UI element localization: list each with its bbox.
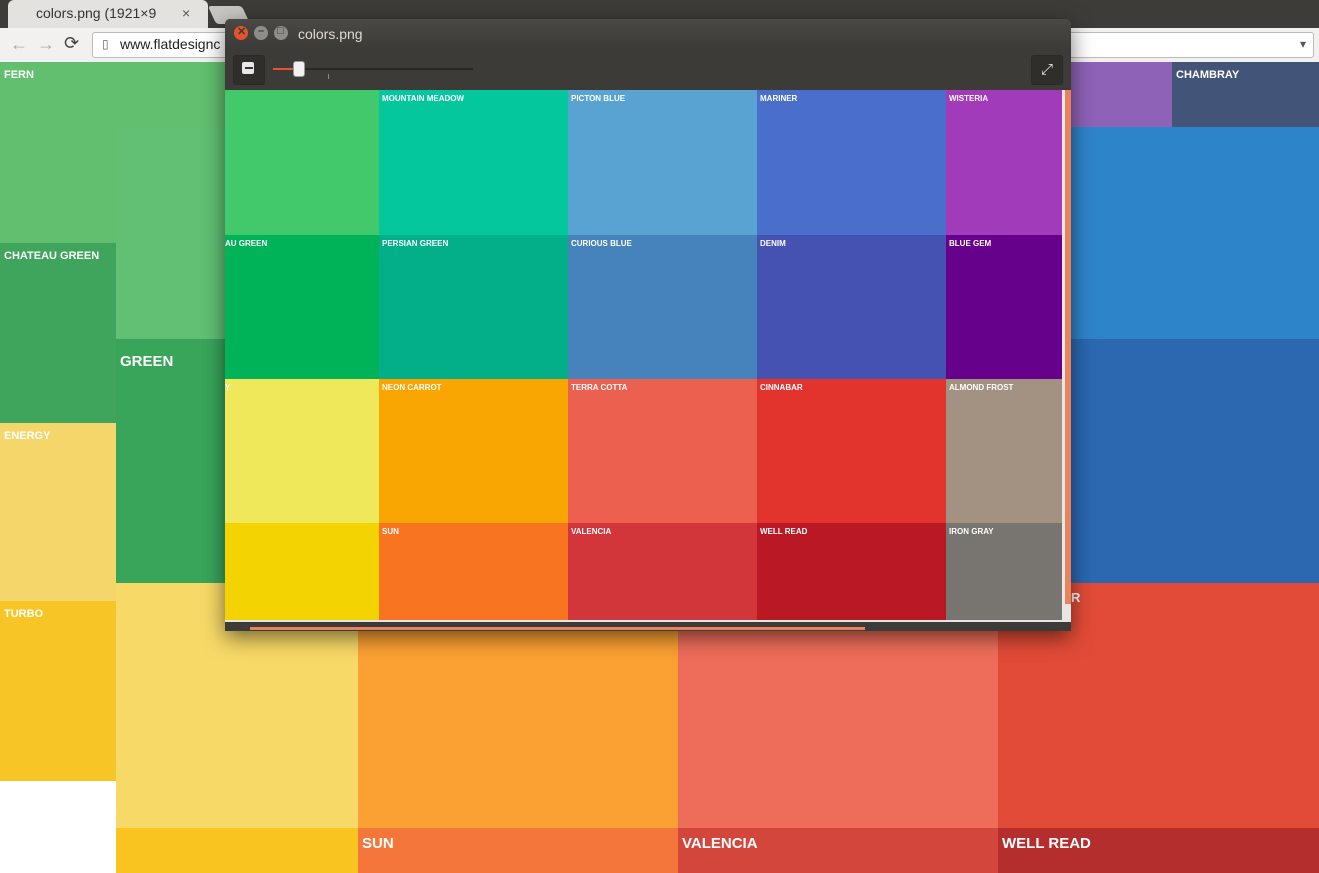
color-tile[interactable]: MARINER — [757, 90, 946, 235]
tile-label: DENIM — [760, 239, 786, 248]
color-tile[interactable]: PERSIAN GREEN — [379, 235, 568, 379]
tab-close-icon[interactable]: × — [182, 5, 190, 21]
color-tile[interactable]: IRON GRAY — [946, 523, 1062, 620]
color-tile[interactable]: ALMOND FROST — [946, 379, 1062, 523]
color-tile[interactable]: SUN — [379, 523, 568, 620]
zoom-slider-thumb[interactable] — [293, 61, 305, 77]
color-tile[interactable]: NEON CARROT — [379, 379, 568, 523]
tile-label: IRON GRAY — [949, 527, 994, 536]
tile-label: VALENCIA — [682, 835, 758, 852]
tile-label: PERSIAN GREEN — [382, 239, 449, 248]
color-tile[interactable] — [1071, 339, 1319, 583]
reload-icon[interactable]: ⟳ — [64, 33, 79, 54]
color-tile[interactable]: AU GREEN — [225, 235, 379, 379]
color-tile[interactable]: ENERGY — [0, 423, 116, 601]
horizontal-scrollbar[interactable] — [250, 627, 865, 630]
color-tile[interactable] — [225, 90, 379, 235]
close-icon: ✕ — [237, 26, 247, 38]
color-tile[interactable]: DENIM — [757, 235, 946, 379]
tile-label: NEON CARROT — [382, 383, 442, 392]
tile-label: ENERGY — [4, 430, 51, 442]
chevron-down-icon[interactable]: ▾ — [1300, 37, 1306, 51]
color-tile[interactable] — [116, 828, 358, 873]
tile-label: CINNABAR — [760, 383, 803, 392]
color-tile[interactable]: TERRA COTTA — [568, 379, 757, 523]
forward-arrow-icon[interactable]: → — [37, 34, 55, 55]
color-tile[interactable]: PICTON BLUE — [568, 90, 757, 235]
tile-label: CHAMBRAY — [1176, 69, 1240, 81]
zoom-out-icon-bar — [245, 67, 253, 69]
tile-label: Y — [225, 383, 231, 392]
tile-label: ALMOND FROST — [949, 383, 1014, 392]
image-canvas[interactable]: MOUNTAIN MEADOW PICTON BLUE MARINER WIST… — [225, 90, 1071, 622]
window-title: colors.png — [298, 26, 363, 42]
color-tile[interactable]: WELL READ — [757, 523, 946, 620]
tile-label: MARINER — [760, 94, 798, 103]
color-tile[interactable]: MOUNTAIN MEADOW — [379, 90, 568, 235]
tile-label: R — [1071, 590, 1081, 605]
maximize-icon: □ — [277, 25, 284, 37]
fullscreen-icon: ⤢ — [1040, 61, 1053, 78]
vertical-scrollbar[interactable] — [1065, 90, 1071, 604]
color-tile[interactable] — [225, 523, 379, 620]
color-tile[interactable]: BLUE GEM — [946, 235, 1062, 379]
tile-label: AU GREEN — [225, 239, 268, 248]
color-tile[interactable] — [1071, 127, 1319, 339]
color-tile[interactable]: CURIOUS BLUE — [568, 235, 757, 379]
tile-label: BLUE GEM — [949, 239, 992, 248]
color-tile[interactable]: Y — [225, 379, 379, 523]
color-tile[interactable]: CINNABAR — [757, 379, 946, 523]
tile-label: TURBO — [4, 608, 44, 620]
tile-label: PICTON BLUE — [571, 94, 626, 103]
color-tile[interactable]: WISTERIA — [946, 90, 1062, 235]
tile-label: WELL READ — [1002, 835, 1091, 852]
tile-label: TERRA COTTA — [571, 383, 628, 392]
color-tile[interactable] — [116, 127, 226, 339]
minimize-icon: – — [258, 25, 265, 37]
tile-label: WISTERIA — [949, 94, 989, 103]
url-text[interactable]: www.flatdesignc — [120, 36, 220, 52]
page-icon: ▯ — [102, 37, 109, 51]
color-tile[interactable]: CHAMBRAY — [1172, 62, 1319, 127]
tile-label: MOUNTAIN MEADOW — [382, 94, 465, 103]
tile-label: SUN — [382, 527, 399, 536]
tile-label: FERN — [4, 69, 34, 81]
image-viewer-window: ✕ – □ colors.png ⤢ MOUNTAIN MEADOW PICTO… — [225, 19, 1071, 631]
tile-label: GREEN — [120, 353, 174, 370]
color-tile[interactable]: GREEN — [116, 339, 226, 583]
color-tile[interactable]: VALENCIA — [678, 828, 998, 873]
color-tile[interactable]: VALENCIA — [568, 523, 757, 620]
fullscreen-button[interactable]: ⤢ — [1031, 55, 1063, 85]
zoom-slider-tick — [328, 74, 329, 79]
tile-label: CHATEAU GREEN — [4, 250, 100, 262]
color-tile[interactable] — [1071, 62, 1172, 127]
tile-label: CURIOUS BLUE — [571, 239, 632, 248]
tile-label: SUN — [362, 835, 394, 852]
color-tile[interactable]: WELL READ — [998, 828, 1319, 873]
tab-title: colors.png (1921×9 — [36, 5, 157, 21]
back-arrow-icon[interactable]: ← — [10, 34, 28, 55]
color-tile[interactable]: CHATEAU GREEN — [0, 243, 116, 423]
tile-label: VALENCIA — [571, 527, 612, 536]
tile-label: WELL READ — [760, 527, 808, 536]
color-tile[interactable]: SUN — [358, 828, 678, 873]
color-tile[interactable]: TURBO — [0, 601, 116, 781]
